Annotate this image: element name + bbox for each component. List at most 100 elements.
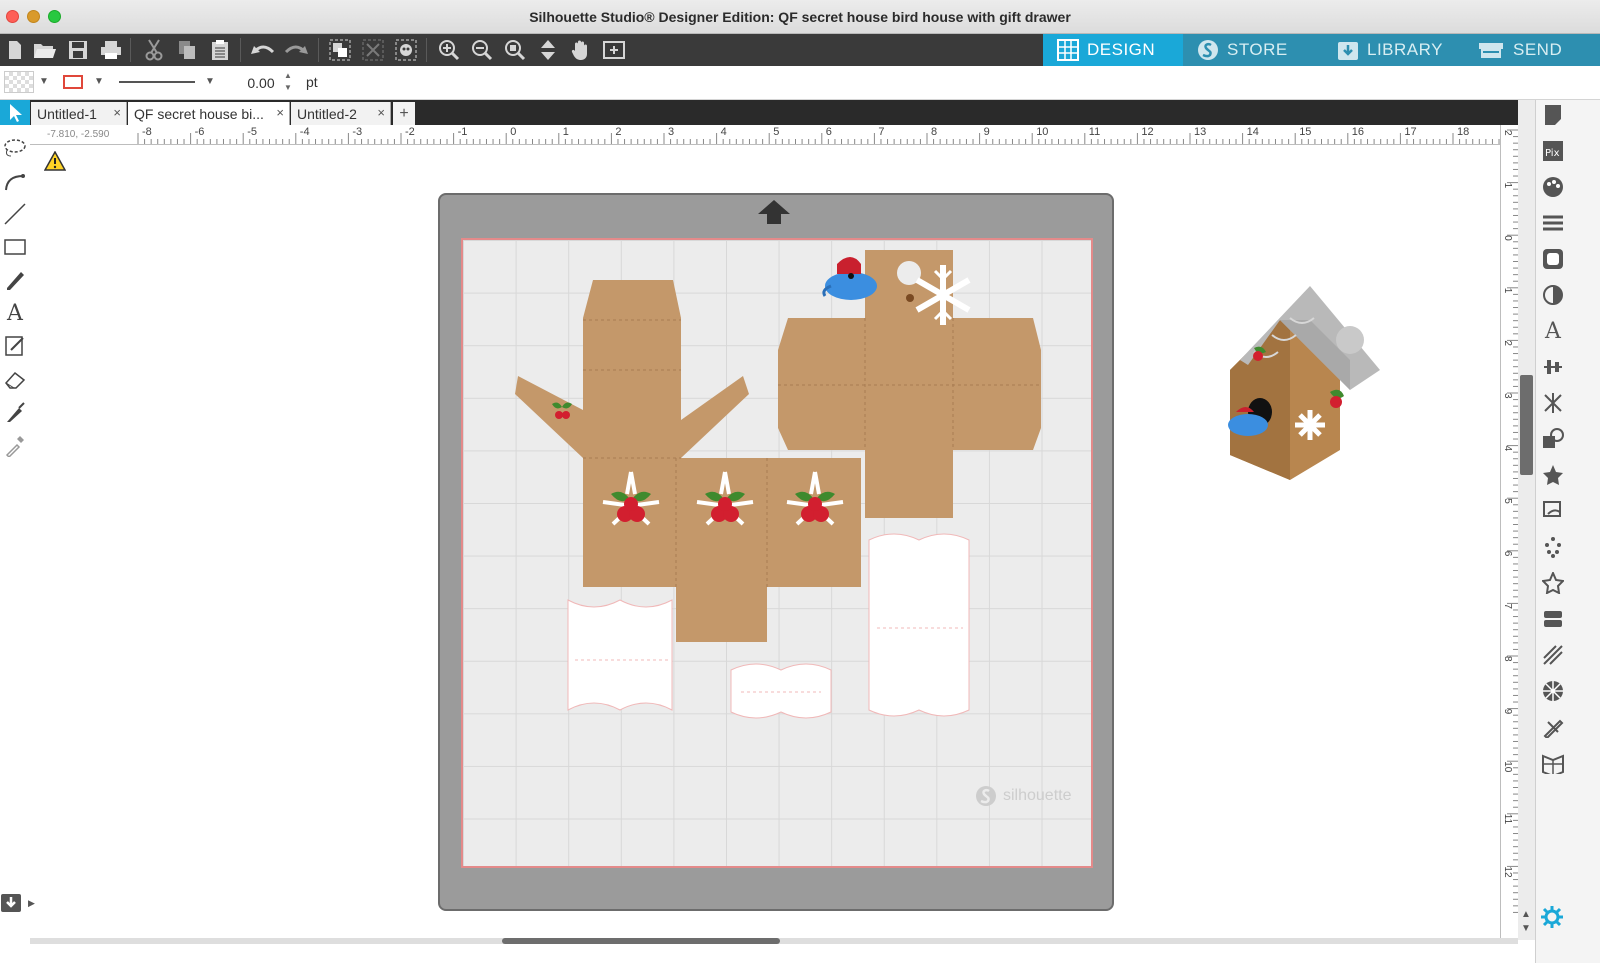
vertical-scrollbar[interactable]: ▲ ▼ [1518,100,1535,940]
transform-icon[interactable] [1540,390,1566,416]
pencil-icon[interactable] [2,267,28,293]
line-icon[interactable] [2,201,28,227]
roof-piece-right[interactable] [868,533,970,717]
tab-library[interactable]: LIBRARY [1323,34,1463,66]
shapes-grid-icon[interactable] [1540,678,1566,704]
open-folder-icon[interactable] [32,38,58,62]
line-color-dropdown-arrow-icon[interactable]: ▼ [94,76,104,87]
page-setup-icon[interactable] [1540,102,1566,128]
new-file-icon[interactable] [2,38,28,62]
eraser-icon[interactable] [2,366,28,392]
sketch-fill-icon[interactable] [1540,642,1566,668]
line-color-swatch[interactable] [63,75,83,89]
replicate-icon[interactable] [393,38,419,62]
puzzle-icon[interactable] [1540,714,1566,740]
tab-design[interactable]: DESIGN [1043,34,1183,66]
rhinestone-icon[interactable] [1540,534,1566,560]
cut-area[interactable] [461,238,1093,868]
ruler-label: 6 [826,126,832,138]
redo-icon[interactable] [283,38,309,62]
fill-color-swatch[interactable] [4,71,34,93]
tab-design-label: DESIGN [1087,40,1156,59]
ruler-label: 4 [721,126,727,138]
align-icon[interactable] [1540,354,1566,380]
sketch-icon[interactable] [2,333,28,359]
tab-library-label: LIBRARY [1367,40,1443,59]
paste-icon[interactable] [207,38,233,62]
group-icon[interactable] [327,38,353,62]
rectangle-icon[interactable] [2,234,28,260]
ruler-label: -6 [195,126,205,138]
offset-icon[interactable] [1540,246,1566,272]
scroll-up-arrow-icon[interactable]: ▲ [1521,909,1531,920]
zoom-in-icon[interactable] [436,38,462,62]
star-icon[interactable] [1540,570,1566,596]
download-icon [1338,42,1358,60]
save-icon[interactable] [65,38,91,62]
tab-untitled-1[interactable]: Untitled-1 × [31,102,127,125]
copy-icon[interactable] [174,38,200,62]
replicate-icon[interactable] [1540,426,1566,452]
design-canvas[interactable]: silhouette [30,145,1500,938]
pattern-icon[interactable] [1540,750,1566,776]
ruler-label: -5 [247,126,257,138]
ruler-label: 5 [773,126,779,138]
layers-icon[interactable] [1540,606,1566,632]
zoom-out-icon[interactable] [469,38,495,62]
favorites-icon[interactable] [1540,462,1566,488]
tab-qf-secret-house[interactable]: QF secret house bi... × [128,102,290,125]
line-width-input[interactable] [238,73,284,93]
import-panel-toggle[interactable]: ▶ [0,890,40,916]
cutting-mat: silhouette [438,193,1114,911]
options-bar: ▼ ▼ ▼ ▲▼ pt [0,66,1600,100]
ruler-label: 13 [1194,126,1206,138]
add-tab-button[interactable]: + [393,102,415,125]
line-style-sample[interactable] [119,81,195,83]
cut-icon[interactable] [141,38,167,62]
select-arrow-icon[interactable] [0,100,30,125]
trace-icon[interactable] [1540,498,1566,524]
tab-store[interactable]: STORE [1183,34,1323,66]
roof-piece-left[interactable] [567,599,673,711]
eyedropper-icon[interactable] [2,432,28,458]
vertical-scroll-thumb[interactable] [1520,375,1533,475]
horizontal-scrollbar[interactable] [30,938,1518,944]
pixscan-icon[interactable]: Pix [1540,138,1566,164]
settings-gear-icon[interactable] [1540,905,1564,929]
tab-send[interactable]: SEND [1463,34,1600,66]
tab-close-icon[interactable]: × [377,105,385,120]
contrast-icon[interactable] [1540,282,1566,308]
expand-arrow-icon[interactable]: ▶ [28,898,35,909]
line-width-stepper[interactable]: ▲ ▼ [284,70,292,94]
scroll-down-arrow-icon[interactable]: ▼ [1521,923,1531,934]
tab-close-icon[interactable]: × [113,105,121,120]
text-style-icon[interactable]: A [1540,318,1566,344]
line-style-dropdown-arrow-icon[interactable]: ▼ [205,76,215,87]
text-icon[interactable]: A [2,300,28,326]
pan-hand-icon[interactable] [568,38,594,62]
left-tool-panel: A [0,125,30,963]
knife-icon[interactable] [2,399,28,425]
tab-close-icon[interactable]: × [276,105,284,120]
fit-to-page-icon[interactable] [535,38,561,62]
fill-palette-icon[interactable] [1540,174,1566,200]
ruler-label: 14 [1247,126,1259,138]
ruler-label: 0 [1502,235,1513,241]
zoom-select-icon[interactable] [502,38,528,62]
ruler-label: 9 [984,126,990,138]
ruler-label: 6 [1502,551,1513,557]
undo-icon[interactable] [250,38,276,62]
curve-icon[interactable] [2,168,28,194]
horizontal-scroll-thumb[interactable] [502,938,780,944]
lasso-icon[interactable] [2,135,28,161]
ruler-label: 1 [1502,288,1513,294]
line-style-icon[interactable] [1540,210,1566,236]
select-all-icon[interactable] [601,38,627,62]
ruler-label: 3 [668,126,674,138]
fill-dropdown-arrow-icon[interactable]: ▼ [39,76,49,87]
tab-untitled-2[interactable]: Untitled-2 × [291,102,391,125]
print-icon[interactable] [98,38,124,62]
ungroup-icon[interactable] [360,38,386,62]
cursor-coordinates: -7.810, -2.590 [47,129,110,140]
roof-piece-small[interactable] [730,663,832,719]
